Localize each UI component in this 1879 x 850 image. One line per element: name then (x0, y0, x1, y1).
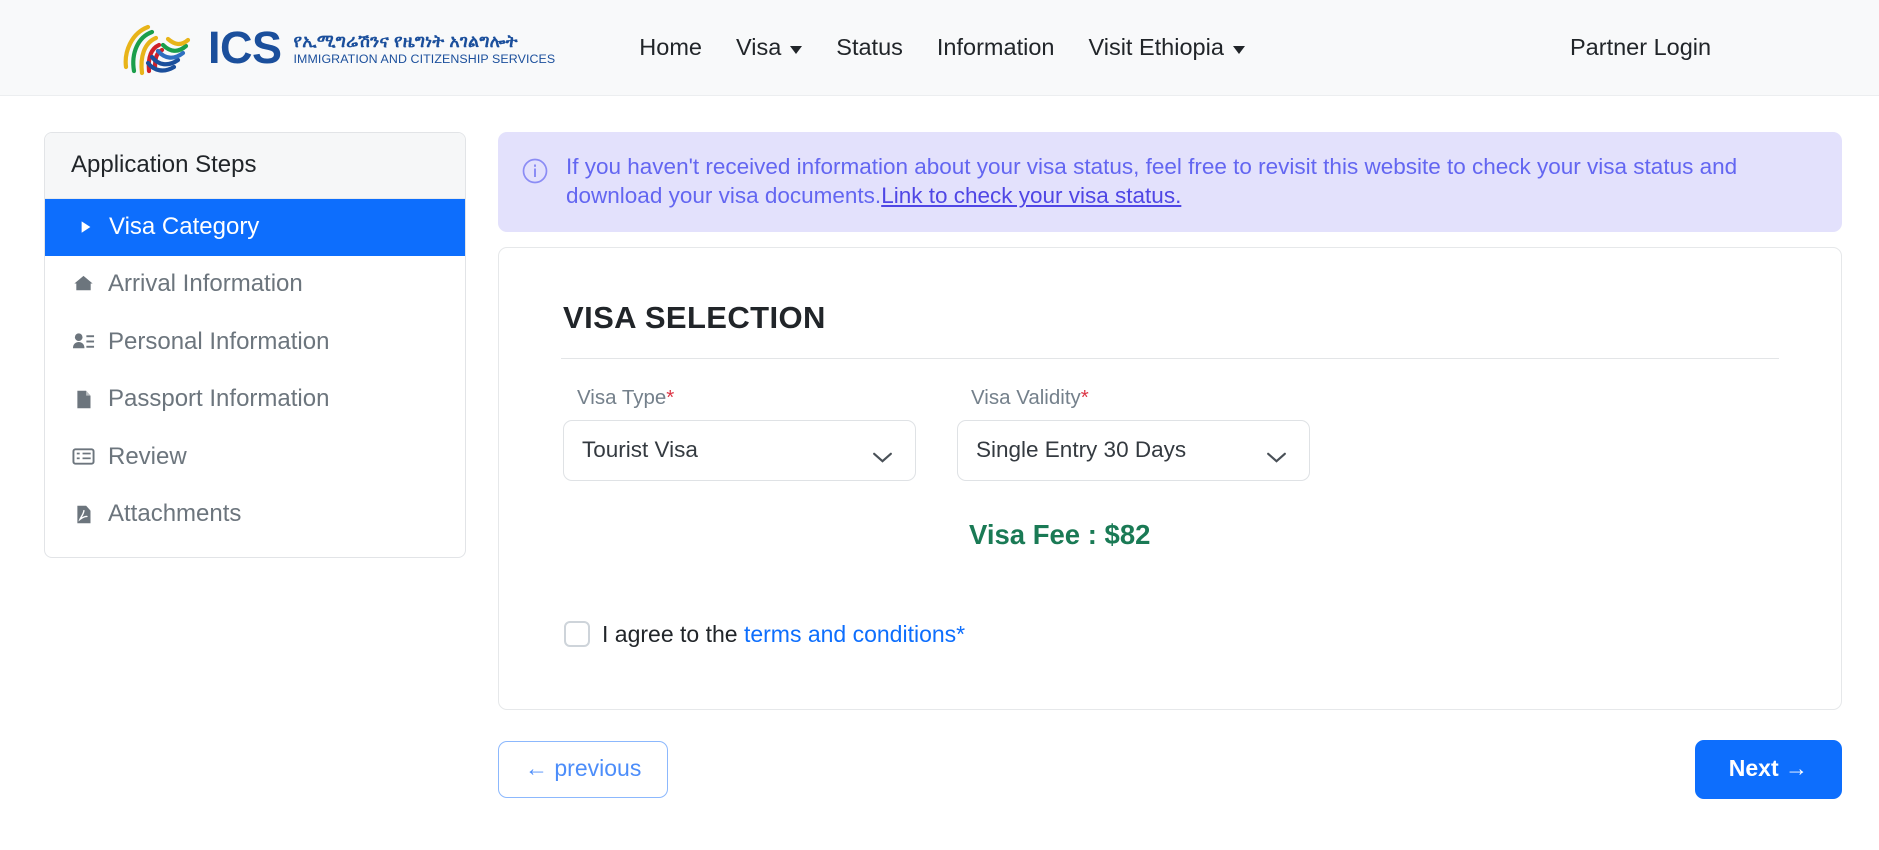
chevron-down-icon (1232, 45, 1245, 54)
home-icon (71, 273, 95, 297)
visa-status-notice: If you haven't received information abou… (498, 132, 1842, 232)
brand-abbrev: ICS (208, 22, 282, 73)
visa-type-label: Visa Type* (563, 386, 916, 410)
required-marker: * (666, 385, 675, 409)
terms-checkbox[interactable] (564, 621, 590, 648)
visa-validity-select[interactable]: Single Entry 30 Days (957, 419, 1310, 481)
visa-type-select[interactable]: Tourist Visa (563, 419, 916, 481)
visa-selection-card: VISA SELECTION Visa Type* Tourist Visa V… (498, 246, 1842, 710)
page-title: VISA SELECTION (563, 299, 826, 335)
sidebar-item-label: Visa Category (109, 213, 260, 240)
form-actions: ← previous Next → (498, 739, 1842, 799)
play-triangle-icon (78, 215, 94, 239)
visa-validity-value: Single Entry 30 Days (976, 437, 1187, 463)
sidebar-item-label: Personal Information (108, 327, 330, 355)
chevron-down-icon (790, 45, 803, 54)
sidebar-item-arrival-information[interactable]: Arrival Information (45, 256, 465, 313)
chevron-down-icon (872, 444, 893, 463)
terms-agreement-row: I agree to the terms and conditions* (561, 621, 1779, 648)
required-marker: * (1080, 385, 1089, 409)
sidebar-item-visa-category[interactable]: Visa Category (45, 199, 465, 257)
nav-item-status[interactable]: Status (836, 34, 903, 61)
page-body: Application Steps Visa Category Arrival … (0, 96, 1879, 799)
nav-item-label: Information (936, 34, 1055, 60)
partner-login-link[interactable]: Partner Login (1570, 34, 1711, 61)
panel-title: Application Steps (45, 133, 465, 199)
brand-amharic-name: የኢሚግሬሽንና የዜግነት አገልግሎት (293, 31, 518, 51)
visa-validity-field: Visa Validity* Single Entry 30 Days (957, 386, 1310, 481)
label-text: Visa Validity (971, 385, 1081, 409)
sidebar-item-personal-information[interactable]: Personal Information (45, 314, 465, 371)
nav-item-label: Home (639, 34, 702, 60)
nav-item-visa[interactable]: Visa (735, 34, 803, 61)
person-details-icon (71, 330, 95, 354)
info-circle-icon (522, 158, 548, 189)
pdf-file-icon (71, 502, 95, 526)
next-button[interactable]: Next → (1694, 739, 1842, 799)
sidebar-item-passport-information[interactable]: Passport Information (45, 371, 465, 428)
application-steps-panel: Application Steps Visa Category Arrival … (44, 132, 466, 558)
visa-type-field: Visa Type* Tourist Visa (563, 386, 916, 481)
nav-item-label: Status (836, 34, 903, 60)
previous-button[interactable]: ← previous (498, 740, 669, 798)
top-navbar: ICS የኢሚግሬሽንና የዜግነት አገልግሎት IMMIGRATION AN… (0, 0, 1879, 96)
sidebar-item-label: Arrival Information (108, 270, 303, 298)
nav-item-label: Visit Ethiopia (1088, 34, 1224, 60)
nav-item-information[interactable]: Information (937, 34, 1055, 61)
sidebar-item-label: Attachments (108, 499, 242, 527)
nav-links: Home Visa Status Information Visit Ethio… (639, 34, 1245, 61)
sidebar-item-review[interactable]: Review (45, 429, 465, 486)
visa-fields-row: Visa Type* Tourist Visa Visa Validity* S… (561, 386, 1779, 481)
nav-item-home[interactable]: Home (639, 34, 702, 61)
sidebar-item-attachments[interactable]: Attachments (45, 486, 465, 543)
steps-list: Visa Category Arrival Information Person… (45, 199, 465, 543)
notice-text: If you haven't received information abou… (566, 152, 1818, 211)
required-marker: * (956, 620, 966, 647)
chevron-down-icon (1266, 444, 1287, 463)
terms-and-conditions-link[interactable]: terms and conditions (744, 621, 956, 647)
nav-item-visit-ethiopia[interactable]: Visit Ethiopia (1088, 34, 1245, 61)
sidebar-item-label: Passport Information (108, 385, 330, 413)
agree-prefix: I agree to the (602, 620, 744, 647)
list-card-icon (71, 445, 95, 469)
visa-validity-label: Visa Validity* (957, 386, 1310, 410)
visa-type-value: Tourist Visa (582, 437, 698, 463)
sidebar-item-label: Review (108, 442, 187, 470)
nav-item-label: Visa (735, 34, 782, 60)
fingerprint-logo-icon (118, 17, 194, 79)
title-divider (561, 357, 1779, 359)
main-content: If you haven't received information abou… (498, 132, 1842, 799)
document-icon (71, 387, 95, 411)
terms-agreement-label: I agree to the terms and conditions* (602, 621, 965, 648)
visa-fee-text: Visa Fee : $82 (969, 518, 1151, 550)
brand-logo[interactable]: ICS የኢሚግሬሽንና የዜግነት አገልግሎት IMMIGRATION AN… (118, 17, 555, 79)
brand-english-name: IMMIGRATION AND CITIZENSHIP SERVICES (293, 52, 556, 67)
label-text: Visa Type (577, 385, 667, 409)
visa-status-link[interactable]: Link to check your visa status. (881, 183, 1181, 208)
